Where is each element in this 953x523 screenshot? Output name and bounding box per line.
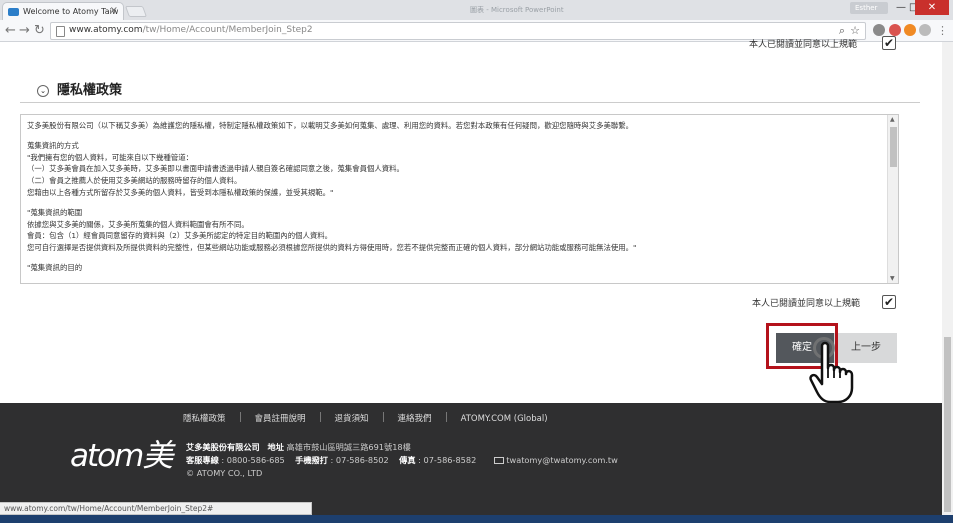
tab-title: Welcome to Atomy Taiw [23,7,119,16]
mail-icon [494,457,505,464]
atomy-favicon-icon [8,8,19,16]
policy-line: 會員：包含（1）經會員同意留存的資料與（2）艾多美所認定的特定目的範圍內的個人資… [27,231,333,241]
fax: 07-586-8582 [423,455,477,465]
email[interactable]: twatomy@twatomy.com.tw [506,455,618,465]
policy-line: 依據您與艾多美的關係，艾多美所蒐集的個人資料範圍會有所不同。 [27,219,249,229]
address-url: www.atomy.com/tw/Home/Account/MemberJoin… [69,25,313,35]
atomy-logo[interactable]: atom美 [70,430,173,475]
top-agree-label: 本人已閱讀並同意以上規範 [749,40,858,50]
address-bar[interactable]: www.atomy.com/tw/Home/Account/MemberJoin… [50,22,866,40]
footer-link-signup-guide[interactable]: 會員註冊說明 [255,412,306,424]
policy-line: （一）艾多美會員在加入艾多美時，艾多美即以書面申請書透過申請人親自簽名確認同意之… [27,164,404,174]
policy-scroll-thumb[interactable] [890,127,897,167]
extension-icon[interactable] [873,24,885,36]
bottom-agree-label: 本人已閱讀並同意以上規範 [752,299,861,309]
privacy-policy-textbox[interactable]: 艾多美股份有限公司（以下稱艾多美）為維護您的隱私權，特制定隱私權政策如下，以載明… [20,114,899,284]
policy-line: "蒐集資訊的目的 [27,262,83,272]
footer-nav: 隱私權政策 會員註冊說明 退貨須知 連絡我們 ATOMY.COM (Global) [183,412,548,424]
back-arrow-icon[interactable]: ← [5,23,16,38]
policy-line: 艾多美股份有限公司（以下稱艾多美）為維護您的隱私權，特制定隱私權政策如下，以載明… [27,121,634,130]
reload-icon[interactable]: ↻ [34,23,45,38]
footer-link-contact[interactable]: 連絡我們 [398,412,432,424]
tab-close-icon[interactable]: × [110,5,118,16]
policy-scrollbar[interactable]: ▲ ▼ [887,115,898,283]
pointer-hand-icon [809,341,854,404]
policy-line: 您可自行選擇是否提供資料及所提供資料的完整性，但某些網站功能或服務必須根據您所提… [27,243,637,253]
fax-label: 傳真 [399,455,416,465]
bookmark-star-icon[interactable]: ☆ [850,24,860,37]
policy-line: 您藉由以上各種方式所留存於艾多美的個人資料，皆受到本隱私權政策的保護，並受其規範… [27,187,334,197]
mobile-label: 手機撥打 [295,455,328,465]
browser-titlebar: Welcome to Atomy Taiw × 圖表 - Microsoft P… [0,0,953,20]
page-info-icon[interactable] [56,26,65,37]
zoom-icon[interactable]: ⌕ [839,24,845,38]
service-label: 客服專線 [186,455,219,465]
forward-arrow-icon[interactable]: → [19,23,30,38]
company-name: 艾多美股份有限公司 [186,442,260,452]
top-agree-checkbox[interactable]: ✔ [882,36,896,50]
adblock-icon[interactable] [889,24,901,36]
fire-extension-icon[interactable] [904,24,916,36]
copyright: © ATOMY CO., LTD [186,468,263,478]
privacy-section-title[interactable]: ⌄ 隱私權政策 [37,79,122,98]
minimize-icon[interactable]: — [896,2,906,13]
browser-tab[interactable]: Welcome to Atomy Taiw × [2,2,124,20]
policy-line: "我們擁有您的個人資料，可能來自以下幾種管道： [27,152,193,162]
divider [20,102,920,103]
page-scrollbar[interactable] [942,42,953,515]
profile-chip[interactable]: Esther [850,2,888,14]
footer-link-global[interactable]: ATOMY.COM (Global) [461,414,548,424]
new-tab-button[interactable] [124,6,148,17]
status-bar-url: www.atomy.com/tw/Home/Account/MemberJoin… [0,502,312,515]
policy-text: 艾多美股份有限公司（以下稱艾多美）為維護您的隱私權，特制定隱私權政策如下，以載明… [27,120,882,274]
address: 高雄市鼓山區明誠三路691號18樓 [286,442,411,452]
background-window-title: 圖表 - Microsoft PowerPoint [470,6,564,14]
footer-link-returns[interactable]: 退貨須知 [335,412,369,424]
taskbar [0,515,953,523]
policy-line: （二）會員之推薦人於使用艾多美網站的服務時留存的個人資料。 [27,176,242,186]
address-label: 地址 [267,442,284,452]
policy-line: 蒐集資訊的方式 [27,140,79,150]
emoji-extension-icon[interactable] [919,24,931,36]
chevron-down-icon[interactable]: ⌄ [37,85,49,97]
page-scroll-thumb[interactable] [944,337,951,512]
bottom-agree-checkbox[interactable]: ✔ [882,295,896,309]
service-phone: 0800-586-685 [226,455,285,465]
scroll-up-icon[interactable]: ▲ [890,116,895,123]
scroll-down-icon[interactable]: ▼ [890,275,895,282]
policy-line: "蒐集資訊的範圍 [27,207,83,217]
section-title-text: 隱私權政策 [57,83,123,98]
mobile-phone: 07-586-8502 [335,455,389,465]
menu-icon[interactable]: ⋮ [937,23,948,38]
footer-link-privacy[interactable]: 隱私權政策 [183,412,226,424]
window-close-button[interactable]: ✕ [915,0,949,15]
site-footer: 隱私權政策 會員註冊說明 退貨須知 連絡我們 ATOMY.COM (Global) at… [0,403,942,515]
company-info: 艾多美股份有限公司 地址 高雄市鼓山區明誠三路691號18樓 客服專線 : 08… [186,442,618,478]
